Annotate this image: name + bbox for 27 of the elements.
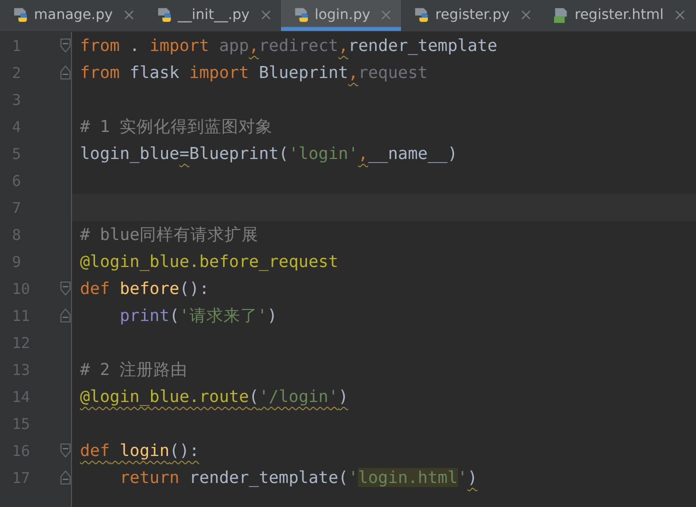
- file-tab[interactable]: manage.py: [0, 0, 144, 31]
- close-icon[interactable]: [381, 10, 392, 20]
- close-icon[interactable]: [124, 10, 134, 20]
- close-icon[interactable]: [674, 10, 685, 20]
- python-file-icon: [413, 6, 430, 24]
- code-line: # blue同样有请求扩展: [80, 224, 259, 246]
- file-tab[interactable]: register.html: [540, 0, 695, 31]
- python-file-icon: [12, 6, 29, 24]
- html-file-icon: [552, 6, 570, 24]
- code-line: # 2 注册路由: [80, 358, 188, 380]
- code-line: # 1 实例化得到蓝图对象: [80, 116, 273, 138]
- code-line: @login_blue.before_request: [80, 252, 338, 271]
- file-tab[interactable]: __init__.py: [144, 0, 281, 31]
- file-tab[interactable]: register.py: [401, 0, 541, 31]
- code-line: from . import app,redirect,render_template: [80, 36, 498, 55]
- close-icon[interactable]: [520, 10, 531, 20]
- python-file-icon: [156, 6, 173, 24]
- code-line: from flask import Blueprint,request: [80, 63, 428, 82]
- python-file-icon: [292, 6, 310, 24]
- file-tab[interactable]: login.py: [280, 0, 402, 31]
- code-line: @login_blue.route('/login'): [80, 387, 348, 406]
- code-line: login_blue=Blueprint('login',__name__): [80, 144, 458, 163]
- code-line: return render_template('login.html'): [118, 468, 478, 487]
- code-line: def login():: [80, 441, 200, 460]
- code-line: def before():: [80, 279, 210, 298]
- close-icon[interactable]: [260, 10, 271, 20]
- code-line: print('请求来了'): [118, 304, 278, 326]
